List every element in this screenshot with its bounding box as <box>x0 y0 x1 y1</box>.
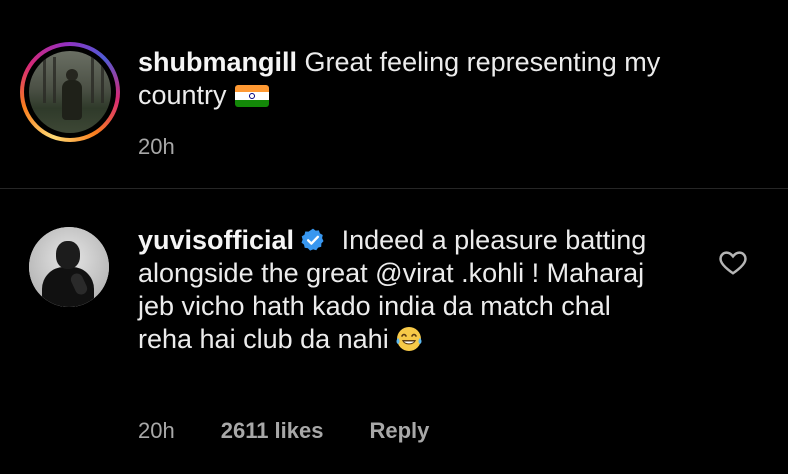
avatar <box>29 51 111 133</box>
caption-text: shubmangill Great feeling representing m… <box>138 46 738 112</box>
comment-text: yuvisofficial Indeed a pleasure batting … <box>138 224 658 356</box>
likes-count[interactable]: 2611 likes <box>221 418 324 444</box>
post-caption: shubmangill Great feeling representing m… <box>0 0 788 188</box>
post-timestamp: 20h <box>138 134 175 159</box>
tears-of-joy-emoji-icon <box>396 327 422 351</box>
reply-button[interactable]: Reply <box>370 418 430 444</box>
avatar[interactable] <box>29 227 109 307</box>
comments-screen: shubmangill Great feeling representing m… <box>0 0 788 474</box>
india-flag-icon <box>234 85 269 107</box>
verified-badge-icon <box>301 228 324 251</box>
heart-outline-icon[interactable] <box>718 248 748 276</box>
story-ring-avatar[interactable] <box>20 42 120 142</box>
comment-meta: 20h 2611 likes Reply <box>138 418 429 444</box>
comment-username[interactable]: yuvisofficial <box>138 225 294 255</box>
post-username[interactable]: shubmangill <box>138 47 297 77</box>
comment-timestamp: 20h <box>138 418 175 443</box>
divider <box>0 188 788 189</box>
